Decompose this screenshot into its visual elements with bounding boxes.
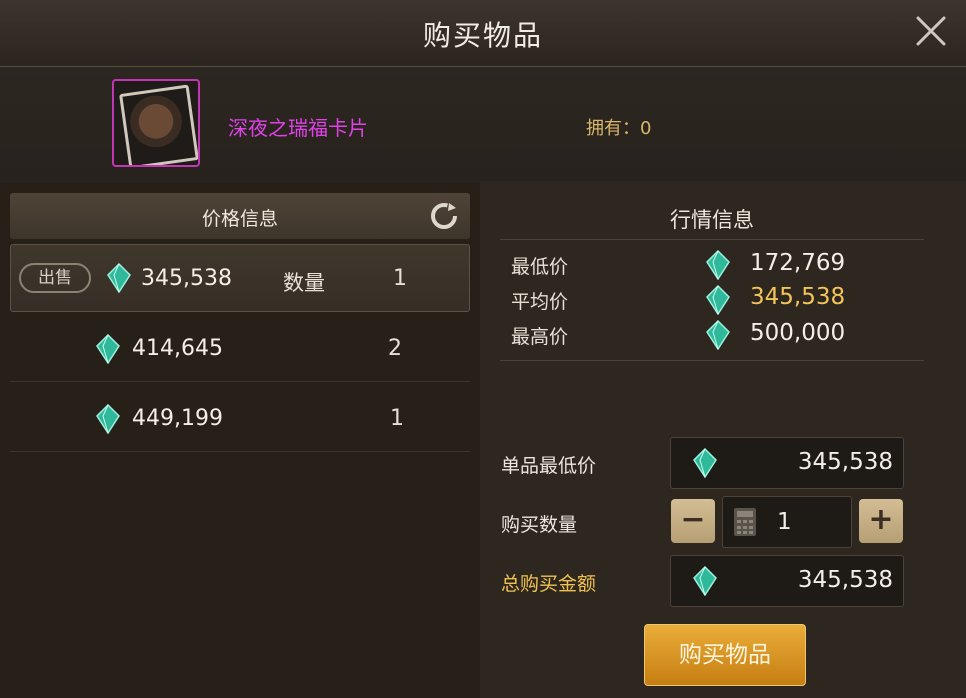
- increase-quantity-button[interactable]: +: [859, 499, 903, 543]
- average-price-label: 平均价: [511, 291, 569, 313]
- close-icon[interactable]: [914, 14, 948, 48]
- row-divider: [10, 381, 470, 382]
- listing-row[interactable]: 出售 345,538 数量 1: [10, 244, 470, 312]
- window-title: 购买物品: [422, 19, 543, 52]
- sell-badge: 出售: [19, 263, 91, 293]
- lowest-price-value: 172,769: [750, 250, 846, 276]
- unit-price-field: 345,538: [670, 437, 904, 489]
- market-divider: [500, 239, 924, 240]
- calculator-icon[interactable]: [733, 507, 757, 537]
- quantity-input[interactable]: 1: [722, 496, 852, 548]
- lowest-price-label: 最低价: [511, 256, 569, 278]
- total-amount-label: 总购买金额: [501, 573, 597, 595]
- gem-icon: [706, 250, 730, 280]
- gem-icon: [693, 448, 717, 478]
- listing-price: 449,199: [132, 406, 223, 431]
- buy-item-button[interactable]: 购买物品: [644, 624, 806, 686]
- listing-row[interactable]: 449,199 1: [10, 384, 470, 452]
- item-card-icon[interactable]: [112, 79, 200, 167]
- unit-price-value: 345,538: [797, 449, 893, 475]
- quantity-value: 1: [777, 509, 792, 535]
- highest-price-label: 最高价: [511, 326, 569, 348]
- gem-icon: [96, 334, 120, 364]
- listing-quantity: 2: [388, 336, 402, 361]
- price-header-label: 价格信息: [201, 208, 278, 230]
- item-name: 深夜之瑞福卡片: [228, 116, 368, 140]
- market-divider: [500, 360, 924, 361]
- row-divider: [10, 451, 470, 452]
- listing-row[interactable]: 414,645 2: [10, 314, 470, 382]
- highest-price-value: 500,000: [750, 320, 846, 346]
- quantity-label: 数量: [283, 271, 325, 295]
- title-bar: 购买物品: [0, 0, 966, 67]
- total-amount-value: 345,538: [797, 567, 893, 593]
- average-price-value: 345,538: [750, 284, 846, 310]
- decrease-quantity-button[interactable]: −: [671, 499, 715, 543]
- market-title: 行情信息: [670, 208, 754, 232]
- gem-icon: [693, 566, 717, 596]
- unit-price-label: 单品最低价: [501, 455, 597, 477]
- listing-quantity: 1: [390, 406, 404, 431]
- total-amount-field: 345,538: [670, 555, 904, 607]
- gem-icon: [706, 320, 730, 350]
- price-header: 价格信息: [10, 193, 470, 239]
- gem-icon: [96, 404, 120, 434]
- refresh-icon[interactable]: [428, 200, 460, 232]
- listing-price: 345,538: [141, 266, 232, 291]
- purchase-quantity-label: 购买数量: [501, 514, 578, 536]
- owned-count: 拥有：0: [586, 118, 652, 139]
- listing-quantity: 1: [393, 266, 407, 291]
- gem-icon: [107, 263, 131, 293]
- listing-price: 414,645: [132, 336, 223, 361]
- gem-icon: [706, 285, 730, 315]
